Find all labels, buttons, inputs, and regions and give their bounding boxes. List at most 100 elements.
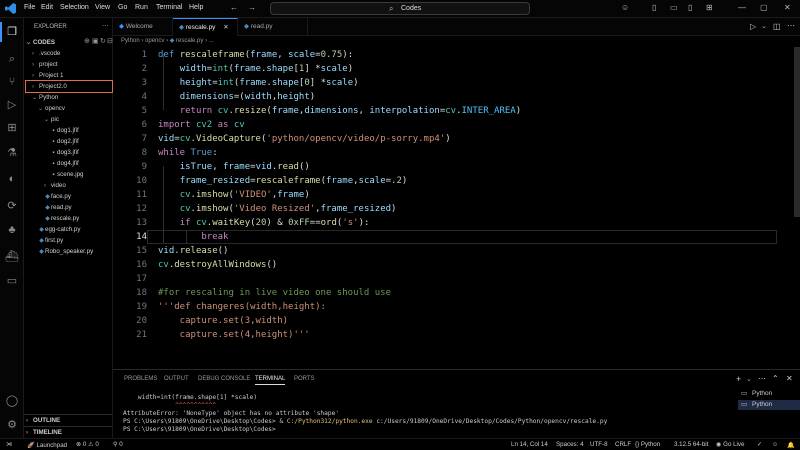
tab-output[interactable]: OUTPUT [164, 376, 189, 382]
menu-run[interactable]: Run [135, 4, 148, 11]
encoding[interactable]: UTF-8 [590, 441, 608, 448]
tree-item-python[interactable]: ⌄ Python [32, 92, 112, 103]
close-panel-icon[interactable]: ✕ [786, 374, 793, 383]
new-folder-icon[interactable]: ▣ [92, 37, 99, 45]
vertical-scrollbar[interactable] [794, 47, 800, 217]
terminal-dropdown-icon[interactable]: ⌄ [746, 375, 752, 383]
copilot-status-icon[interactable]: ☺ [772, 441, 778, 448]
tree-item-read-py[interactable]: ◆read.py [44, 202, 112, 213]
more-actions-icon[interactable]: ⋯ [758, 374, 766, 383]
tree-item-robo-speaker-py[interactable]: ◆Robo_speaker.py [38, 246, 112, 257]
nav-forward-icon[interactable]: → [248, 3, 256, 12]
indentation[interactable]: Spaces: 4 [556, 441, 584, 448]
source-control-icon[interactable]: ⑂ [5, 75, 19, 89]
python-icon[interactable]: ♣ [5, 223, 19, 237]
menu-file[interactable]: File [24, 4, 35, 11]
minimize-icon[interactable]: — [738, 3, 746, 12]
customize-layout-icon[interactable]: ⊞ [706, 3, 713, 12]
tree-item-dog1[interactable]: ▪ dog1.jfif [50, 125, 112, 136]
menu-terminal[interactable]: Terminal [156, 4, 182, 11]
python-interpreter[interactable]: 3.12.5 64-bit [674, 441, 708, 448]
account-icon[interactable]: ◯ [5, 394, 19, 408]
layout-aux-icon[interactable]: ▯ [688, 3, 692, 12]
launchpad-item[interactable]: 🚀 Launchpad [27, 441, 67, 449]
breadcrumb-more[interactable]: ... [209, 38, 214, 44]
tab-read-py[interactable]: ◆ read.py [238, 18, 308, 36]
language-mode[interactable]: {} Python [635, 441, 660, 448]
nav-back-icon[interactable]: ← [230, 3, 238, 12]
timeline-section[interactable]: › TIMELINE [26, 427, 112, 438]
breadcrumb-opencv[interactable]: opencv [145, 38, 164, 44]
close-icon[interactable]: ✕ [784, 3, 791, 12]
more-actions-icon[interactable]: ⋯ [787, 21, 795, 30]
settings-gear-icon[interactable]: ⚙ [5, 418, 19, 432]
extensions-icon[interactable]: ⊞ [5, 121, 19, 135]
tree-item-first-py[interactable]: ◆first.py [38, 235, 112, 246]
remote-indicator-icon[interactable]: ⋊ [6, 441, 12, 448]
code-editor[interactable]: 1 2 3 4 5 6 7 8 9 10 11 12 13 14 15 16 1… [113, 47, 800, 369]
new-terminal-icon[interactable]: + [736, 374, 741, 384]
tree-item-scene[interactable]: ▪ scene.jpg [50, 169, 112, 180]
tab-rescale-py[interactable]: ◆ rescale.py ✕ [173, 18, 238, 36]
layout-panel-icon[interactable]: ▭ [670, 3, 678, 12]
ports-item[interactable]: ⚲ 0 [113, 441, 123, 448]
terminal-instance-active[interactable]: ▭ Python [738, 400, 800, 410]
run-dropdown-icon[interactable]: ⌄ [761, 22, 767, 30]
menu-help[interactable]: Help [189, 4, 203, 11]
ports-icon: ⚲ [113, 441, 118, 448]
new-file-icon[interactable]: ⊕ [84, 37, 90, 45]
tree-item-video[interactable]: › video [44, 180, 112, 191]
search-icon[interactable]: ⌕ [5, 52, 19, 66]
tab-ports[interactable]: PORTS [294, 376, 315, 382]
check-icon[interactable]: ✓ [757, 441, 762, 448]
menu-selection[interactable]: Selection [60, 4, 89, 11]
command-center[interactable]: ⌕ Codes [270, 2, 530, 15]
notifications-bell-icon[interactable]: 🔔 [787, 441, 795, 449]
tree-item-vscode[interactable]: › .vscode [32, 48, 112, 59]
explorer-icon[interactable]: ❐ [5, 25, 19, 39]
tree-item-pic[interactable]: ⌄ pic [44, 114, 112, 125]
tab-problems[interactable]: PROBLEMS [124, 376, 157, 382]
breadcrumb-python[interactable]: Python [121, 38, 140, 44]
menu-go[interactable]: Go [118, 4, 127, 11]
tree-item-project1[interactable]: › Project 1 [32, 70, 112, 81]
layout-sidebar-icon[interactable]: ▯ [652, 3, 656, 12]
testing-icon[interactable]: ⚗ [5, 146, 19, 160]
run-debug-icon[interactable]: ▷ [5, 98, 19, 112]
maximize-icon[interactable]: ▢ [760, 3, 768, 12]
maximize-panel-icon[interactable]: ⌃ [772, 374, 779, 383]
collapse-all-icon[interactable]: ⊟ [107, 37, 113, 45]
terminal-instance[interactable]: ▭ Python [738, 389, 800, 399]
refresh-icon[interactable]: ↻ [100, 37, 106, 45]
tab-welcome[interactable]: ◆ Welcome [113, 18, 173, 36]
live-share-icon[interactable]: ⟳ [5, 199, 19, 213]
tree-item-dog2[interactable]: ▪ dog2.jfif [50, 136, 112, 147]
split-editor-icon[interactable]: ◫ [773, 22, 781, 31]
tree-item-project2[interactable]: › Project2.0 [25, 80, 113, 93]
close-tab-icon[interactable]: ✕ [223, 24, 228, 31]
go-live-button[interactable]: ◉ Go Live [716, 441, 744, 448]
tree-item-dog4[interactable]: ▪ dog4.jfif [50, 158, 112, 169]
edge-tools-icon[interactable]: ◐ [5, 172, 19, 186]
menu-edit[interactable]: Edit [41, 4, 53, 11]
tree-item-dog3[interactable]: ▪ dog3.jfif [50, 147, 112, 158]
docker-icon[interactable]: ⛴ [5, 250, 19, 264]
outline-section[interactable]: › OUTLINE [26, 415, 112, 426]
terminal-prompt[interactable]: PS C:\Users\91809\OneDrive\Desktop\Codes… [123, 426, 279, 434]
tree-item-opencv[interactable]: ⌄ opencv [38, 103, 112, 114]
tree-item-rescale-py[interactable]: ◆rescale.py [44, 213, 112, 224]
cursor-position[interactable]: Ln 14, Col 14 [511, 441, 548, 448]
menu-view[interactable]: View [95, 4, 110, 11]
end-of-line[interactable]: CRLF [615, 441, 631, 448]
run-file-icon[interactable]: ▷ [750, 22, 756, 31]
tab-terminal[interactable]: TERMINAL [255, 376, 286, 385]
remote-explorer-icon[interactable]: ▭ [5, 274, 19, 288]
tab-debug-console[interactable]: DEBUG CONSOLE [198, 376, 250, 382]
tree-item-project[interactable]: › project [32, 59, 112, 70]
tree-item-face-py[interactable]: ◆face.py [44, 191, 112, 202]
breadcrumb-file[interactable]: rescale.py [176, 38, 203, 44]
problems-item[interactable]: ⊗ 0 ⚠ 0 [76, 441, 99, 448]
copilot-icon[interactable]: ☺ [621, 3, 629, 12]
tree-item-egg-catch-py[interactable]: ◆egg-catch.py [38, 224, 112, 235]
more-actions-icon[interactable]: ⋯ [102, 22, 109, 30]
